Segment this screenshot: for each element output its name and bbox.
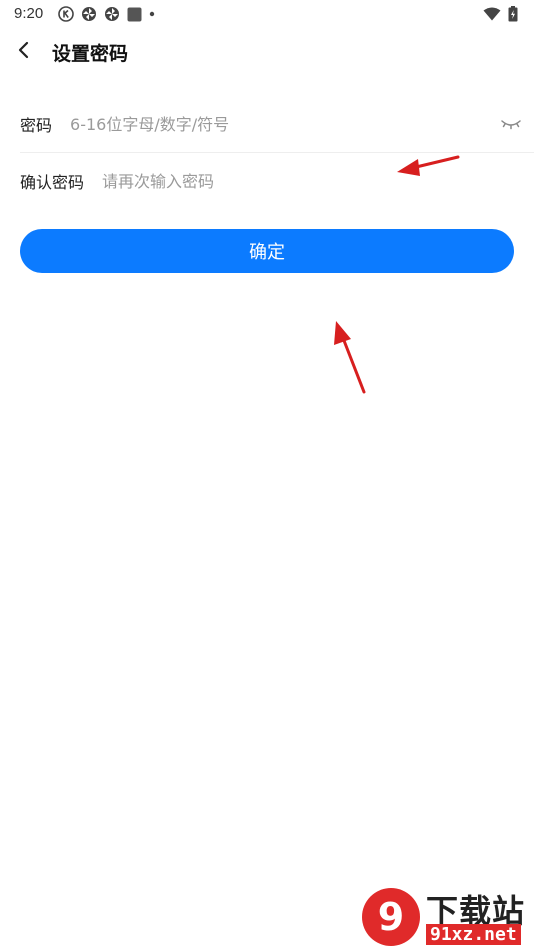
confirm-password-label: 确认密码 (20, 173, 85, 192)
watermark: 9 下载站 91xz.net (360, 884, 532, 950)
page-title: 设置密码 (52, 43, 129, 65)
k-circle-icon (58, 6, 74, 22)
watermark-bottom-text: 91xz.net (426, 924, 521, 945)
status-bar: 9:20 (0, 0, 534, 28)
confirm-password-row: 确认密码 (20, 153, 534, 209)
chevron-left-icon (18, 41, 29, 59)
app-header: 设置密码 (0, 28, 534, 74)
eye-closed-icon[interactable] (500, 114, 522, 134)
square-app-icon (127, 7, 142, 21)
pinwheel-icon (82, 7, 96, 21)
dot-icon (149, 11, 155, 17)
annotation-arrow-lower (334, 321, 366, 394)
battery-icon (508, 6, 518, 22)
status-icons-left (58, 6, 155, 22)
password-form: 密码 确认密码 (20, 96, 534, 209)
password-label: 密码 (20, 116, 53, 135)
confirm-password-input[interactable] (102, 171, 534, 191)
status-icons-right (483, 6, 518, 22)
watermark-logo-glyph: 9 (378, 895, 404, 939)
back-button[interactable] (10, 36, 38, 64)
password-input[interactable] (70, 114, 534, 134)
watermark-logo-icon: 9 (362, 888, 420, 946)
confirm-button[interactable]: 确定 (20, 229, 514, 273)
pinwheel-icon (105, 7, 119, 21)
password-row: 密码 (20, 96, 534, 153)
status-time: 9:20 (14, 5, 44, 22)
wifi-icon (483, 7, 501, 21)
